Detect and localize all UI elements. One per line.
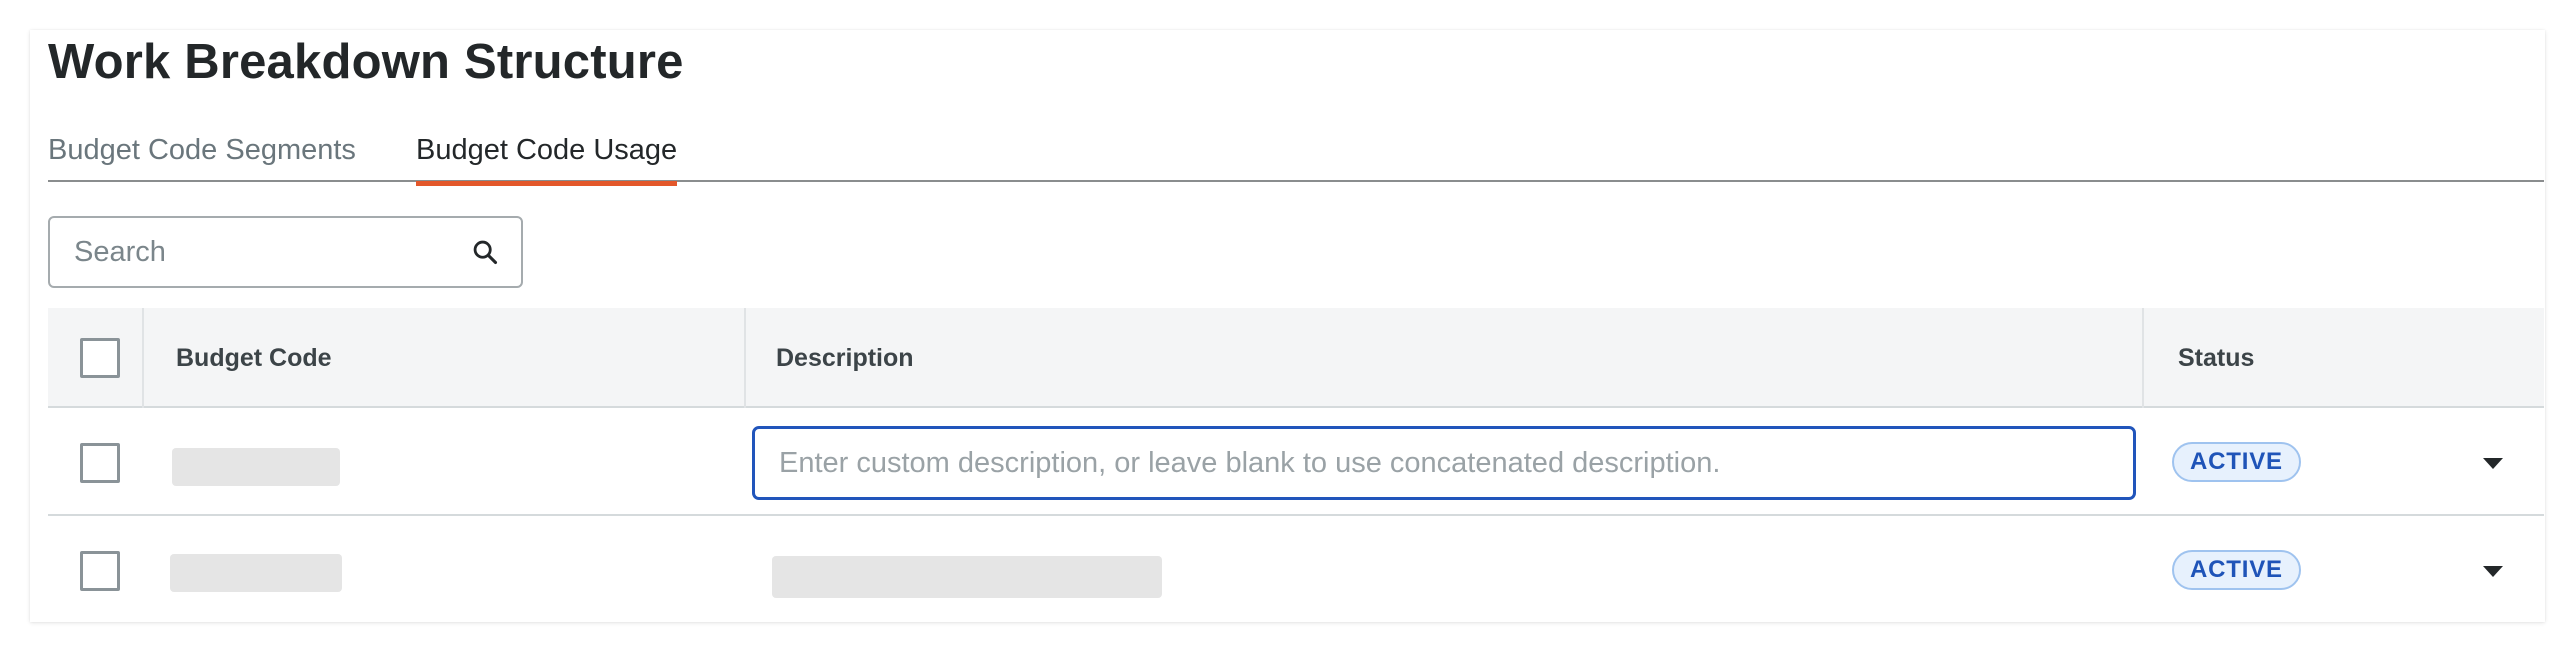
tab-budget-code-segments[interactable]: Budget Code Segments <box>48 134 356 179</box>
column-divider <box>2142 308 2144 408</box>
budget-code-loading-placeholder <box>172 448 340 486</box>
caret-down-icon[interactable] <box>2483 566 2503 577</box>
status-badge: ACTIVE <box>2172 442 2301 482</box>
description-loading-placeholder <box>772 556 1162 598</box>
table-row: ACTIVE <box>48 518 2544 622</box>
tab-budget-code-usage[interactable]: Budget Code Usage <box>416 134 678 186</box>
select-all-checkbox[interactable] <box>80 338 120 378</box>
budget-code-loading-placeholder <box>170 554 342 592</box>
row-checkbox[interactable] <box>80 551 120 591</box>
table-row: ACTIVE <box>48 410 2544 516</box>
budget-code-table: Budget Code Description Status ACTIVE AC… <box>48 308 2544 622</box>
search-box <box>48 216 523 288</box>
status-badge: ACTIVE <box>2172 550 2301 590</box>
row-checkbox[interactable] <box>80 443 120 483</box>
caret-down-icon[interactable] <box>2483 458 2503 469</box>
column-header-budget-code[interactable]: Budget Code <box>176 308 332 408</box>
table-header: Budget Code Description Status <box>48 308 2544 408</box>
column-header-status[interactable]: Status <box>2178 308 2254 408</box>
description-input[interactable] <box>752 426 2136 500</box>
page-title: Work Breakdown Structure <box>48 35 684 89</box>
column-divider <box>142 308 144 408</box>
column-header-description[interactable]: Description <box>776 308 914 408</box>
search-icon[interactable] <box>471 238 499 266</box>
column-divider <box>744 308 746 408</box>
search-input[interactable] <box>74 218 454 286</box>
tab-bar: Budget Code Segments Budget Code Usage <box>48 130 2544 186</box>
